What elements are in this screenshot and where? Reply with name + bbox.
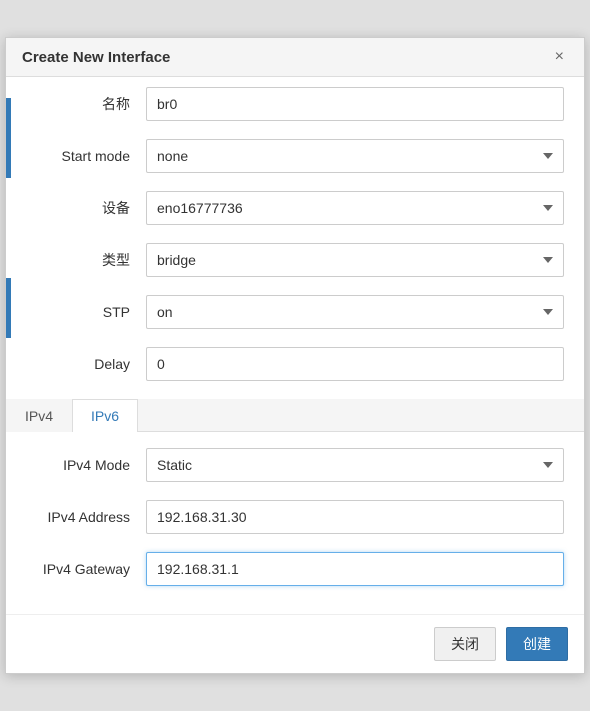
ipv4-gateway-label: IPv4 Gateway <box>26 561 146 577</box>
type-row: 类型 bridge ethernet vlan <box>26 243 564 277</box>
dialog-header: Create New Interface × <box>6 38 584 77</box>
type-label: 类型 <box>26 250 146 270</box>
create-interface-dialog: Create New Interface × 名称 Start mode non… <box>5 37 585 674</box>
tab-ipv4[interactable]: IPv4 <box>6 399 72 432</box>
ipv4-address-input[interactable] <box>146 500 564 534</box>
tab-ipv6[interactable]: IPv6 <box>72 399 138 432</box>
stp-row: STP on off <box>26 295 564 329</box>
device-label: 设备 <box>26 198 146 218</box>
create-button[interactable]: 创建 <box>506 627 568 661</box>
start-mode-label: Start mode <box>26 148 146 164</box>
close-icon-button[interactable]: × <box>551 48 568 66</box>
device-select[interactable]: eno16777736 <box>146 191 564 225</box>
delay-input[interactable] <box>146 347 564 381</box>
ipv4-address-row: IPv4 Address <box>26 500 564 534</box>
main-form: 名称 Start mode none hotplug auto 设备 eno16… <box>6 87 584 381</box>
name-label: 名称 <box>26 94 146 114</box>
left-accent-1 <box>6 98 11 178</box>
dialog-body: 名称 Start mode none hotplug auto 设备 eno16… <box>6 77 584 614</box>
name-input[interactable] <box>146 87 564 121</box>
ipv4-mode-label: IPv4 Mode <box>26 457 146 473</box>
type-select[interactable]: bridge ethernet vlan <box>146 243 564 277</box>
delay-label: Delay <box>26 356 146 372</box>
ipv4-mode-select[interactable]: Static DHCP None <box>146 448 564 482</box>
dialog-title: Create New Interface <box>22 49 170 66</box>
tabs-bar: IPv4 IPv6 <box>6 399 584 432</box>
start-mode-row: Start mode none hotplug auto <box>26 139 564 173</box>
ipv4-gateway-row: IPv4 Gateway <box>26 552 564 586</box>
name-row: 名称 <box>26 87 564 121</box>
left-accent-2 <box>6 278 11 338</box>
stp-select[interactable]: on off <box>146 295 564 329</box>
ipv4-mode-row: IPv4 Mode Static DHCP None <box>26 448 564 482</box>
delay-row: Delay <box>26 347 564 381</box>
close-button[interactable]: 关闭 <box>434 627 496 661</box>
ipv4-gateway-input[interactable] <box>146 552 564 586</box>
stp-label: STP <box>26 304 146 320</box>
device-row: 设备 eno16777736 <box>26 191 564 225</box>
start-mode-select[interactable]: none hotplug auto <box>146 139 564 173</box>
ipv4-address-label: IPv4 Address <box>26 509 146 525</box>
ipv4-tab-content: IPv4 Mode Static DHCP None IPv4 Address … <box>6 432 584 614</box>
dialog-footer: 关闭 创建 <box>6 614 584 673</box>
